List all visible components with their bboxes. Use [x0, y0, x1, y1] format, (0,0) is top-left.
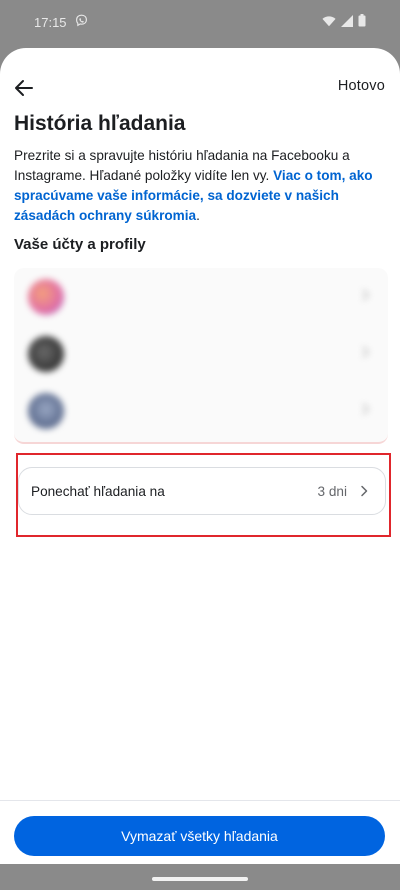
keep-searches-value: 3 dni [317, 483, 347, 499]
accounts-section-title: Vaše účty a profily [14, 236, 146, 253]
avatar [28, 392, 64, 429]
battery-icon [358, 14, 366, 30]
bottom-sheet: Hotovo História hľadania Prezrite si a s… [0, 48, 400, 890]
status-right [322, 14, 366, 30]
page-title: História hľadania [14, 112, 186, 135]
account-row[interactable] [14, 325, 388, 382]
chevron-right-icon [358, 345, 372, 359]
done-button[interactable]: Hotovo [338, 78, 385, 94]
account-row[interactable] [14, 268, 388, 325]
signal-icon [341, 14, 353, 30]
chevron-right-icon [358, 402, 372, 416]
arrow-left-icon[interactable] [12, 76, 36, 100]
keep-searches-label: Ponechať hľadania na [31, 483, 165, 499]
avatar [28, 335, 64, 372]
avatar [28, 278, 64, 315]
keep-searches-row[interactable]: Ponechať hľadania na 3 dni [18, 467, 386, 515]
top-bar: Hotovo [0, 72, 400, 104]
description-end: . [196, 208, 200, 223]
page-description: Prezrite si a spravujte históriu hľadani… [14, 146, 386, 226]
status-left: 17:15 [34, 14, 88, 30]
accounts-list [14, 268, 388, 444]
viber-icon [75, 14, 88, 30]
account-row[interactable] [14, 382, 388, 439]
wifi-icon [322, 15, 336, 30]
status-time: 17:15 [34, 14, 67, 30]
system-nav-bar [0, 864, 400, 890]
chevron-right-icon [357, 484, 371, 498]
clear-all-searches-button[interactable]: Vymazať všetky hľadania [14, 816, 385, 856]
chevron-right-icon [358, 288, 372, 302]
status-bar: 17:15 [0, 0, 400, 44]
home-handle[interactable] [152, 877, 248, 881]
highlight-box: Ponechať hľadania na 3 dni [16, 453, 391, 537]
